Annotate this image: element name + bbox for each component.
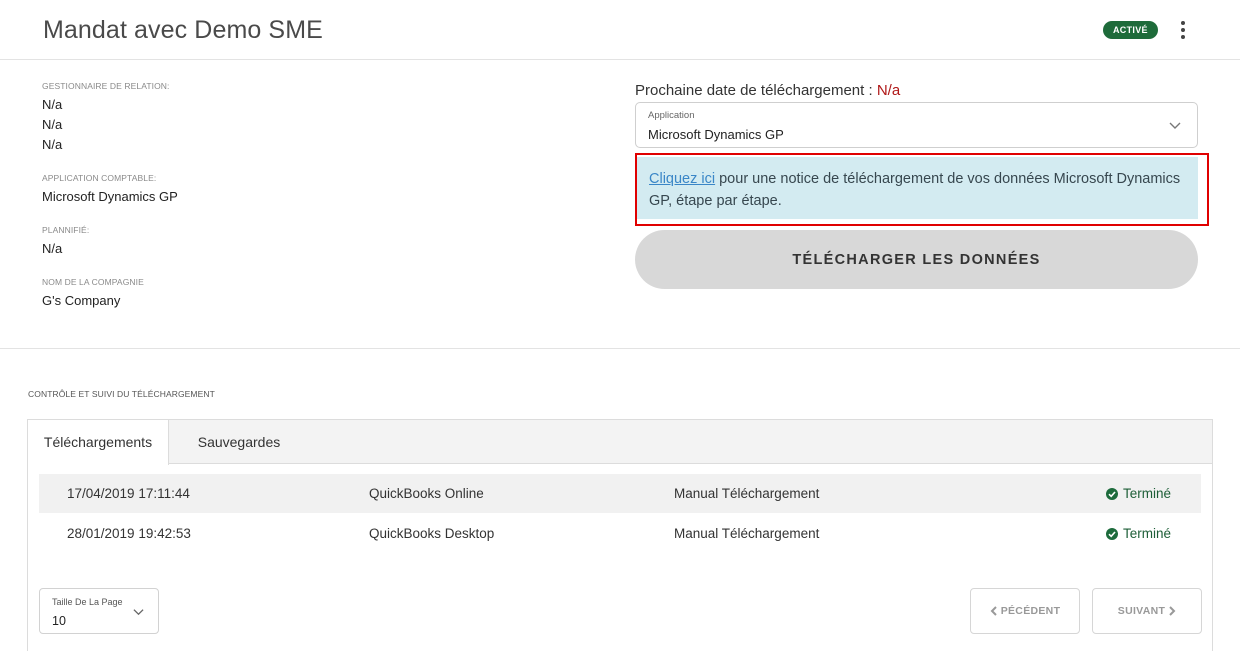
kebab-dot (1181, 21, 1185, 25)
kebab-dot (1181, 35, 1185, 39)
planned-value: N/a (42, 241, 63, 256)
row-date: 17/04/2019 17:11:44 (67, 486, 190, 501)
planned-label: PLANNIFIÉ: (42, 225, 90, 235)
chevron-right-icon (1169, 606, 1176, 616)
tab-downloads[interactable]: Téléchargements (28, 420, 169, 465)
status-badge: ACTIVÉ (1103, 21, 1158, 39)
row-status: Terminé (1106, 514, 1171, 553)
application-select-value: Microsoft Dynamics GP (648, 127, 784, 142)
company-value: G's Company (42, 293, 121, 308)
row-date: 28/01/2019 19:42:53 (67, 526, 191, 541)
row-status: Terminé (1106, 474, 1171, 513)
row-type: Manual Téléchargement (674, 526, 820, 541)
application-select[interactable]: Application Microsoft Dynamics GP (635, 102, 1198, 148)
next-page-label: SUIVANT (1117, 605, 1166, 617)
previous-page-button[interactable]: PÉCÉDENT (970, 588, 1080, 634)
next-download-date: Prochaine date de téléchargement : N/a (635, 82, 900, 99)
accounting-app-block: APPLICATION COMPTABLE: Microsoft Dynamic… (42, 173, 178, 207)
kebab-dot (1181, 28, 1185, 32)
more-vertical-icon[interactable] (1174, 19, 1192, 41)
next-date-value: N/a (876, 82, 901, 99)
relationship-manager-value: N/a (42, 137, 63, 152)
row-type: Manual Téléchargement (674, 486, 820, 501)
table-row[interactable]: 17/04/2019 17:11:44 QuickBooks Online Ma… (39, 474, 1201, 513)
check-circle-icon (1106, 487, 1118, 500)
row-app: QuickBooks Desktop (369, 526, 495, 541)
tracking-panel: Téléchargements Sauvegardes 17/04/2019 1… (27, 419, 1213, 651)
next-page-button[interactable]: SUIVANT (1092, 588, 1202, 634)
previous-page-label: PÉCÉDENT (1000, 605, 1061, 617)
check-circle-icon (1106, 527, 1118, 540)
relationship-manager-block: GESTIONNAIRE DE RELATION: N/a N/a N/a (42, 81, 170, 155)
chevron-down-icon (1169, 122, 1181, 129)
page-size-value: 10 (52, 614, 66, 628)
row-status-label: Terminé (1123, 486, 1172, 501)
company-block: NOM DE LA COMPAGNIE G's Company (42, 277, 144, 311)
tracking-tabs: Téléchargements Sauvegardes (28, 420, 1212, 465)
relationship-manager-label: GESTIONNAIRE DE RELATION: (42, 81, 170, 91)
company-label: NOM DE LA COMPAGNIE (42, 277, 144, 287)
chevron-left-icon (990, 606, 997, 616)
chevron-down-icon (133, 609, 144, 616)
page-header: Mandat avec Demo SME ACTIVÉ (0, 0, 1240, 60)
section-divider (0, 348, 1240, 349)
download-data-button[interactable]: TÉLÉCHARGER LES DONNÉES (635, 230, 1198, 289)
application-select-label: Application (648, 110, 695, 121)
page-size-select[interactable]: Taille De La Page 10 (39, 588, 159, 634)
accounting-app-label: APPLICATION COMPTABLE: (42, 173, 157, 183)
page-title: Mandat avec Demo SME (43, 16, 323, 44)
tab-backups[interactable]: Sauvegardes (169, 420, 309, 464)
notice-text: pour une notice de téléchargement de vos… (649, 171, 1181, 209)
tracking-section-title: CONTRÔLE ET SUIVI DU TÉLÉCHARGEMENT (28, 389, 215, 399)
notice-link[interactable]: Cliquez ici (649, 171, 715, 187)
page-size-label: Taille De La Page (52, 597, 123, 607)
relationship-manager-value: N/a (42, 97, 63, 112)
table-row[interactable]: 28/01/2019 19:42:53 QuickBooks Desktop M… (39, 514, 1201, 553)
next-date-label: Prochaine date de téléchargement : (635, 82, 873, 99)
accounting-app-value: Microsoft Dynamics GP (42, 189, 178, 204)
planned-block: PLANNIFIÉ: N/a (42, 225, 89, 259)
relationship-manager-value: N/a (42, 117, 63, 132)
row-status-label: Terminé (1123, 526, 1172, 541)
row-app: QuickBooks Online (369, 486, 484, 501)
download-notice: Cliquez ici pour une notice de télécharg… (637, 157, 1198, 219)
